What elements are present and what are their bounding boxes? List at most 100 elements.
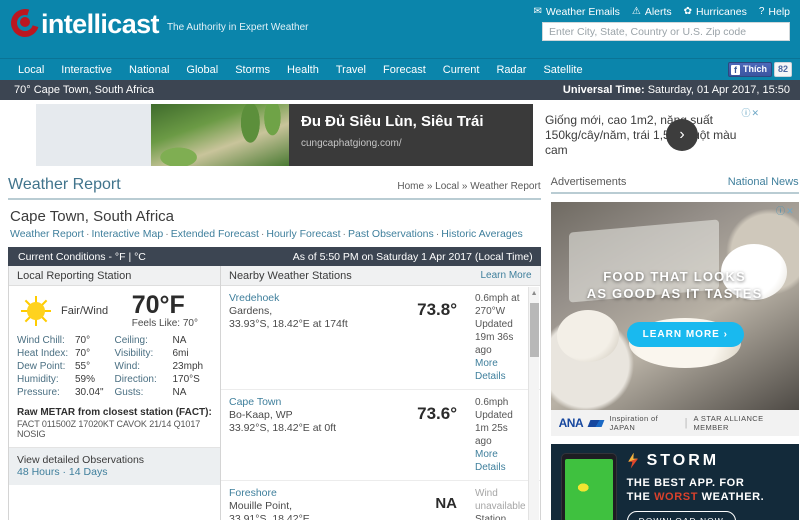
ana-separator: | (684, 417, 688, 429)
nav-item-storms[interactable]: Storms (235, 59, 270, 81)
station-area: Mouille Point, (229, 500, 293, 512)
ana-headline-line-1: FOOD THAT LOOKS (603, 269, 746, 284)
station-wind: 0.6mph (475, 397, 509, 408)
station-temperature: NA (435, 495, 457, 512)
conditions-panels: Local Reporting Station Fair/Wind 70°F F… (8, 266, 541, 520)
storm-brand: STORM (627, 452, 765, 470)
storm-radar-image (564, 459, 613, 520)
nav-item-global[interactable]: Global (186, 59, 218, 81)
ad-headline-panel: Đu Đủ Siêu Lùn, Siêu Trái cungcaphatgion… (289, 104, 533, 166)
station-more-details[interactable]: More Details (475, 449, 506, 473)
station-updated: Station offline (475, 514, 507, 520)
right-column: Advertisements National News FOOD THAT L… (550, 172, 799, 520)
storm-advertisement[interactable]: STORM THE BEST APP. FOR THE WORST WEATHE… (550, 444, 799, 520)
adchoices-info-icon[interactable]: ⓘ (776, 206, 786, 216)
nav-item-interactive[interactable]: Interactive (61, 59, 112, 81)
utility-link-help[interactable]: ? Help (759, 6, 790, 18)
station-name[interactable]: Foreshore (229, 487, 379, 500)
facebook-like-button[interactable]: f Thích (727, 62, 772, 77)
stat-value-gusts: NA (172, 387, 187, 398)
section-header: Weather Report Home » Local » Weather Re… (8, 176, 541, 200)
sublink-historic-averages[interactable]: Historic Averages (441, 228, 523, 240)
table-row[interactable]: Vredehoek Gardens, 33.93°S, 18.42°E at 1… (221, 286, 540, 390)
metar-raw-text: FACT 011500Z 17020KT CAVOK 21/14 Q1017 N… (17, 419, 201, 439)
scroll-up-arrow-icon[interactable]: ▲ (530, 289, 539, 298)
ad-next-arrow-button[interactable]: › (666, 119, 698, 151)
warning-triangle-icon: ⚠ (631, 6, 641, 17)
nav-item-national[interactable]: National (129, 59, 169, 81)
stations-scrollbar[interactable]: ▲ ▼ (527, 287, 539, 520)
ad-close-icon[interactable]: ✕ (751, 108, 760, 118)
station-coords: 33.93°S, 18.42°E at 174ft (229, 318, 348, 330)
utility-links: ✉ Weather Emails ⚠ Alerts ✿ Hurricanes ?… (534, 6, 790, 18)
hurricane-swirl-icon (6, 4, 44, 42)
ad-image-papaya (151, 104, 289, 166)
ana-ad-headline: FOOD THAT LOOKS AS GOOD AS IT TASTES (551, 268, 799, 302)
station-updated: Updated 19m 36s ago (475, 319, 514, 356)
adchoices-info-icon[interactable]: ⓘ (741, 108, 751, 118)
storm-tagline-pre: THE (626, 490, 655, 503)
storm-tagline-line-1: THE BEST APP. FOR (626, 476, 745, 489)
table-row[interactable]: Cape Town Bo-Kaap, WP 33.92°S, 18.42°E a… (221, 390, 540, 481)
sublink-weather-report[interactable]: Weather Report (10, 228, 84, 240)
nav-item-radar[interactable]: Radar (496, 59, 526, 81)
observations-links[interactable]: 48 Hours · 14 Days (17, 466, 107, 478)
station-name[interactable]: Vredehoek (229, 292, 379, 305)
current-temperature: 70°F (131, 291, 185, 319)
sublink-past-observations[interactable]: Past Observations (348, 228, 434, 240)
ana-headline-line-2: AS GOOD AS IT TASTES (586, 286, 763, 301)
search-input[interactable] (542, 22, 790, 41)
ad-close-icon[interactable]: ✕ (786, 206, 795, 216)
current-conditions-label: Current Conditions - (18, 250, 112, 263)
station-area: Gardens, (229, 305, 273, 317)
advertisements-header: Advertisements National News (550, 176, 799, 194)
nav-item-travel[interactable]: Travel (336, 59, 366, 81)
storm-download-button[interactable]: DOWNLOAD NOW (626, 510, 736, 520)
table-row[interactable]: Foreshore Mouille Point, 33.91°S, 18.42°… (221, 481, 540, 520)
stat-value-ceiling: NA (172, 335, 187, 346)
station-name-block: Foreshore Mouille Point, 33.91°S, 18.42°… (229, 487, 379, 520)
sublink-hourly-forecast[interactable]: Hourly Forecast (266, 228, 340, 240)
station-name[interactable]: Cape Town (229, 396, 379, 409)
breadcrumb[interactable]: Home » Local » Weather Report (397, 181, 540, 192)
unit-toggle-fahrenheit[interactable]: °F (115, 251, 126, 263)
ana-advertisement[interactable]: FOOD THAT LOOKS AS GOOD AS IT TASTES LEA… (550, 202, 799, 410)
nav-item-satellite[interactable]: Satellite (543, 59, 582, 81)
learn-more-link[interactable]: Learn More (480, 266, 531, 286)
hurricane-icon: ✿ (683, 6, 693, 17)
nav-item-current[interactable]: Current (443, 59, 480, 81)
stat-value-humidity: 59% (75, 374, 96, 385)
ana-learn-more-button[interactable]: LEARN MORE › (626, 322, 744, 347)
utility-link-hurricanes[interactable]: ✿ Hurricanes (684, 6, 747, 18)
site-logo[interactable]: intellicast The Authority in Expert Weat… (6, 4, 309, 42)
ana-brand-name: ANA (558, 416, 584, 430)
nav-item-health[interactable]: Health (287, 59, 319, 81)
station-wind: Wind unavailable (475, 488, 526, 512)
lightning-bolt-icon (628, 452, 639, 469)
storm-tagline-line-2: THE WORST WEATHER. (627, 490, 765, 504)
sublink-extended-forecast[interactable]: Extended Forecast (171, 228, 259, 240)
stat-key-ceiling: Ceiling: (114, 335, 148, 346)
current-location-label[interactable]: 70° Cape Town, South Africa (14, 84, 154, 96)
stat-key-heat-index: Heat Index: (17, 348, 69, 359)
unit-toggle-celsius[interactable]: °C (134, 251, 146, 263)
unit-separator: | (128, 250, 132, 263)
universal-time: Universal Time: Saturday, 01 Apr 2017, 1… (563, 84, 790, 96)
national-news-link[interactable]: National News (728, 176, 799, 188)
storm-ad-text: STORM THE BEST APP. FOR THE WORST WEATHE… (617, 452, 765, 520)
station-coords: 33.92°S, 18.42°E at 0ft (229, 422, 337, 434)
sublink-interactive-map[interactable]: Interactive Map (91, 228, 163, 240)
nav-item-forecast[interactable]: Forecast (383, 59, 426, 81)
utility-link-label: Help (768, 6, 790, 18)
nav-item-local[interactable]: Local (18, 59, 44, 81)
station-more-details[interactable]: More Details (475, 358, 506, 382)
utility-link-weather-emails[interactable]: ✉ Weather Emails (534, 6, 620, 18)
storm-tagline: THE BEST APP. FOR THE WORST WEATHER. (627, 476, 765, 504)
ad-choices-controls: ⓘ✕ (741, 106, 760, 121)
scrollbar-thumb[interactable] (529, 303, 539, 357)
location-title: Cape Town, South Africa (10, 208, 174, 225)
utility-link-alerts[interactable]: ⚠ Alerts (632, 6, 672, 18)
top-advertisement[interactable]: Đu Đủ Siêu Lùn, Siêu Trái cungcaphatgion… (36, 104, 764, 166)
star-alliance-label: A STAR ALLIANCE MEMBER (693, 414, 764, 432)
condition-label: Fair/Wind (61, 304, 109, 317)
